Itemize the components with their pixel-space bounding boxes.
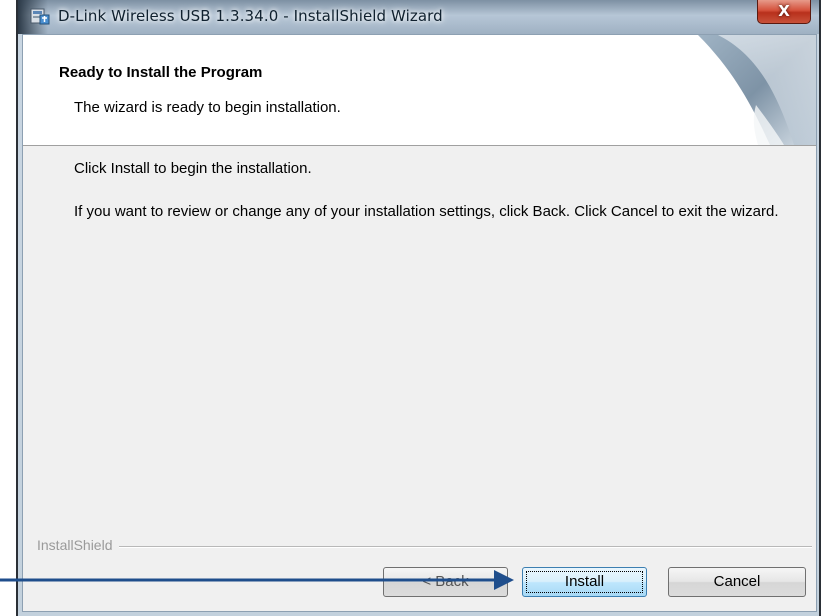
installer-app-icon (30, 8, 50, 25)
installshield-brand: InstallShield (37, 537, 119, 553)
instruction-text: Click Install to begin the installation. (74, 160, 312, 177)
install-button[interactable]: Install (522, 567, 647, 597)
page-subtitle: The wizard is ready to begin installatio… (74, 99, 341, 116)
installshield-separator: InstallShield (37, 537, 812, 555)
window-title: D-Link Wireless USB 1.3.34.0 - InstallSh… (58, 7, 443, 25)
arrow-head (494, 570, 514, 590)
title-bar[interactable]: D-Link Wireless USB 1.3.34.0 - InstallSh… (18, 0, 819, 34)
page-title: Ready to Install the Program (59, 64, 263, 81)
separator-line (37, 546, 812, 548)
pointer-arrow-annotation (0, 570, 514, 590)
close-button[interactable]: X (757, 0, 811, 24)
cancel-button[interactable]: Cancel (668, 567, 806, 597)
installer-window: D-Link Wireless USB 1.3.34.0 - InstallSh… (16, 0, 821, 616)
dialog-client-area: Ready to Install the Program The wizard … (22, 34, 817, 612)
banner-graphic (698, 35, 816, 145)
header-banner: Ready to Install the Program The wizard … (23, 35, 816, 146)
focus-rect (526, 571, 643, 593)
review-settings-text: If you want to review or change any of y… (74, 203, 779, 220)
